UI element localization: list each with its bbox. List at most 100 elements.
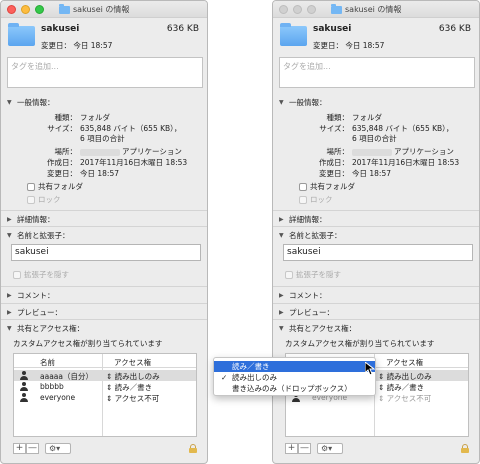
tags-field[interactable]: タグを追加... (279, 57, 475, 88)
name-input[interactable]: sakusei (11, 244, 201, 261)
redacted-path (80, 148, 120, 156)
privilege-value: 読み／書き (114, 383, 153, 392)
menu-item-write-only[interactable]: 書き込みのみ（ドロップボックス） (214, 383, 375, 394)
privilege-value: 読み出しのみ (386, 372, 432, 381)
window-title: sakusei の情報 (59, 3, 129, 15)
zoom-button[interactable] (307, 5, 316, 14)
checkbox[interactable] (27, 182, 35, 191)
hide-ext-checkbox[interactable]: 拡張子を隠す (13, 269, 69, 280)
modified-value: 今日 18:57 (352, 169, 391, 178)
privilege-menu: 読み／書き ✓ 読み出しのみ 書き込みのみ（ドロップボックス） (213, 357, 376, 396)
disclosure-open-icon: ▼ (279, 232, 284, 239)
everyone-icon (20, 393, 29, 402)
privilege-popup[interactable]: ⇕ アクセス不可 (378, 393, 431, 404)
sharing-note: カスタムアクセス権が割り当てられています (285, 339, 435, 348)
hide-ext-checkbox[interactable]: 拡張子を隠す (285, 269, 341, 280)
shared-folder-checkbox[interactable]: 共有フォルダ (27, 181, 83, 192)
sharing-note: カスタムアクセス権が割り当てられています (13, 339, 163, 348)
disclosure-closed-icon: ▶ (7, 309, 12, 316)
divider (1, 226, 207, 227)
section-comments[interactable]: ▶ コメント： (7, 290, 55, 301)
menu-item-label: 読み出しのみ (232, 373, 277, 382)
where-text: アプリケーション (394, 147, 454, 156)
close-button[interactable] (279, 5, 288, 14)
section-more-info[interactable]: ▶ 詳細情報： (7, 214, 55, 225)
table-buttons: + — (13, 443, 39, 454)
window-title-text: sakusei の情報 (345, 5, 402, 14)
section-preview[interactable]: ▶ プレビュー： (7, 307, 62, 318)
created-value: 2017年11月16日木曜日 18:53 (352, 158, 460, 167)
file-header: sakusei 636 KB 変更日： 今日 18:57 (1, 19, 207, 54)
add-button[interactable]: + (285, 443, 298, 454)
menu-item-label: 読み／書き (232, 362, 270, 371)
table-header: 名前 アクセス権 (14, 354, 196, 368)
section-name-ext-label: 名前と拡張子： (17, 231, 70, 240)
section-sharing[interactable]: ▼ 共有とアクセス権： (7, 323, 84, 334)
name-input[interactable]: sakusei (283, 244, 473, 261)
section-name-ext-label: 名前と拡張子： (289, 231, 342, 240)
section-comments[interactable]: ▶ コメント： (279, 290, 327, 301)
section-sharing[interactable]: ▼ 共有とアクセス権： (279, 323, 356, 334)
shared-folder-label: 共有フォルダ (38, 182, 83, 191)
close-button[interactable] (7, 5, 16, 14)
section-preview[interactable]: ▶ プレビュー： (279, 307, 334, 318)
divider (1, 286, 207, 287)
minimize-button[interactable] (293, 5, 302, 14)
checkbox[interactable] (285, 270, 293, 279)
section-general[interactable]: ▼ 一般情報： (279, 97, 327, 108)
remove-button[interactable]: — (298, 443, 311, 454)
tags-field[interactable]: タグを追加... (7, 57, 203, 88)
title-bar[interactable]: sakusei の情報 (1, 1, 207, 18)
row-name: everyone (40, 393, 76, 402)
minimize-button[interactable] (21, 5, 30, 14)
file-size: 636 KB (438, 24, 471, 34)
disclosure-closed-icon: ▶ (279, 309, 284, 316)
section-name-ext[interactable]: ▼ 名前と拡張子： (279, 230, 342, 241)
remove-button[interactable]: — (26, 443, 39, 454)
section-comments-label: コメント： (289, 291, 327, 300)
lock-icon[interactable] (461, 444, 469, 453)
action-gear-button[interactable]: ⚙▾ (45, 443, 71, 454)
divider (273, 226, 479, 227)
table-row[interactable]: everyone ⇕ アクセス不可 (14, 392, 196, 403)
checkbox[interactable] (299, 182, 307, 191)
permissions-table: 名前 アクセス権 aaaaa（自分） ⇕ 読み出しのみ bbbbb ⇕ 読み／書… (13, 353, 197, 437)
checkbox[interactable] (299, 195, 307, 204)
add-button[interactable]: + (13, 443, 26, 454)
checkmark-icon: ✓ (221, 373, 228, 382)
menu-item-read-only[interactable]: ✓ 読み出しのみ (214, 372, 375, 383)
shared-folder-checkbox[interactable]: 共有フォルダ (299, 181, 355, 192)
checkbox[interactable] (13, 270, 21, 279)
disclosure-closed-icon: ▶ (7, 216, 12, 223)
section-name-ext[interactable]: ▼ 名前と拡張子： (7, 230, 70, 241)
title-bar[interactable]: sakusei の情報 (273, 1, 479, 18)
column-privilege[interactable]: アクセス権 (386, 357, 423, 368)
created-label: 作成日： (319, 158, 349, 167)
table-row[interactable]: aaaaa（自分） ⇕ 読み出しのみ (14, 370, 196, 381)
where-value: アプリケーション (352, 146, 454, 157)
section-general-label: 一般情報： (17, 98, 55, 107)
table-buttons: + — (285, 443, 311, 454)
zoom-button[interactable] (35, 5, 44, 14)
column-name[interactable]: 名前 (40, 357, 55, 368)
privilege-value: 読み／書き (386, 383, 425, 392)
divider (1, 303, 207, 304)
locked-checkbox[interactable]: ロック (27, 194, 61, 205)
locked-checkbox[interactable]: ロック (299, 194, 333, 205)
divider (1, 210, 207, 211)
section-general[interactable]: ▼ 一般情報： (7, 97, 55, 108)
column-privilege[interactable]: アクセス権 (114, 357, 151, 368)
size-total: 6 項目の合計 (80, 134, 125, 143)
privilege-popup[interactable]: ⇕ アクセス不可 (106, 393, 159, 404)
checkbox[interactable] (27, 195, 35, 204)
disclosure-closed-icon: ▶ (279, 292, 284, 299)
disclosure-open-icon: ▼ (279, 99, 284, 106)
lock-icon[interactable] (189, 444, 197, 453)
kind-value: フォルダ (352, 113, 382, 122)
disclosure-closed-icon: ▶ (7, 292, 12, 299)
privilege-value: アクセス不可 (386, 394, 432, 403)
menu-item-read-write[interactable]: 読み／書き (214, 361, 375, 372)
section-more-info[interactable]: ▶ 詳細情報： (279, 214, 327, 225)
table-row[interactable]: bbbbb ⇕ 読み／書き (14, 381, 196, 392)
action-gear-button[interactable]: ⚙▾ (317, 443, 343, 454)
